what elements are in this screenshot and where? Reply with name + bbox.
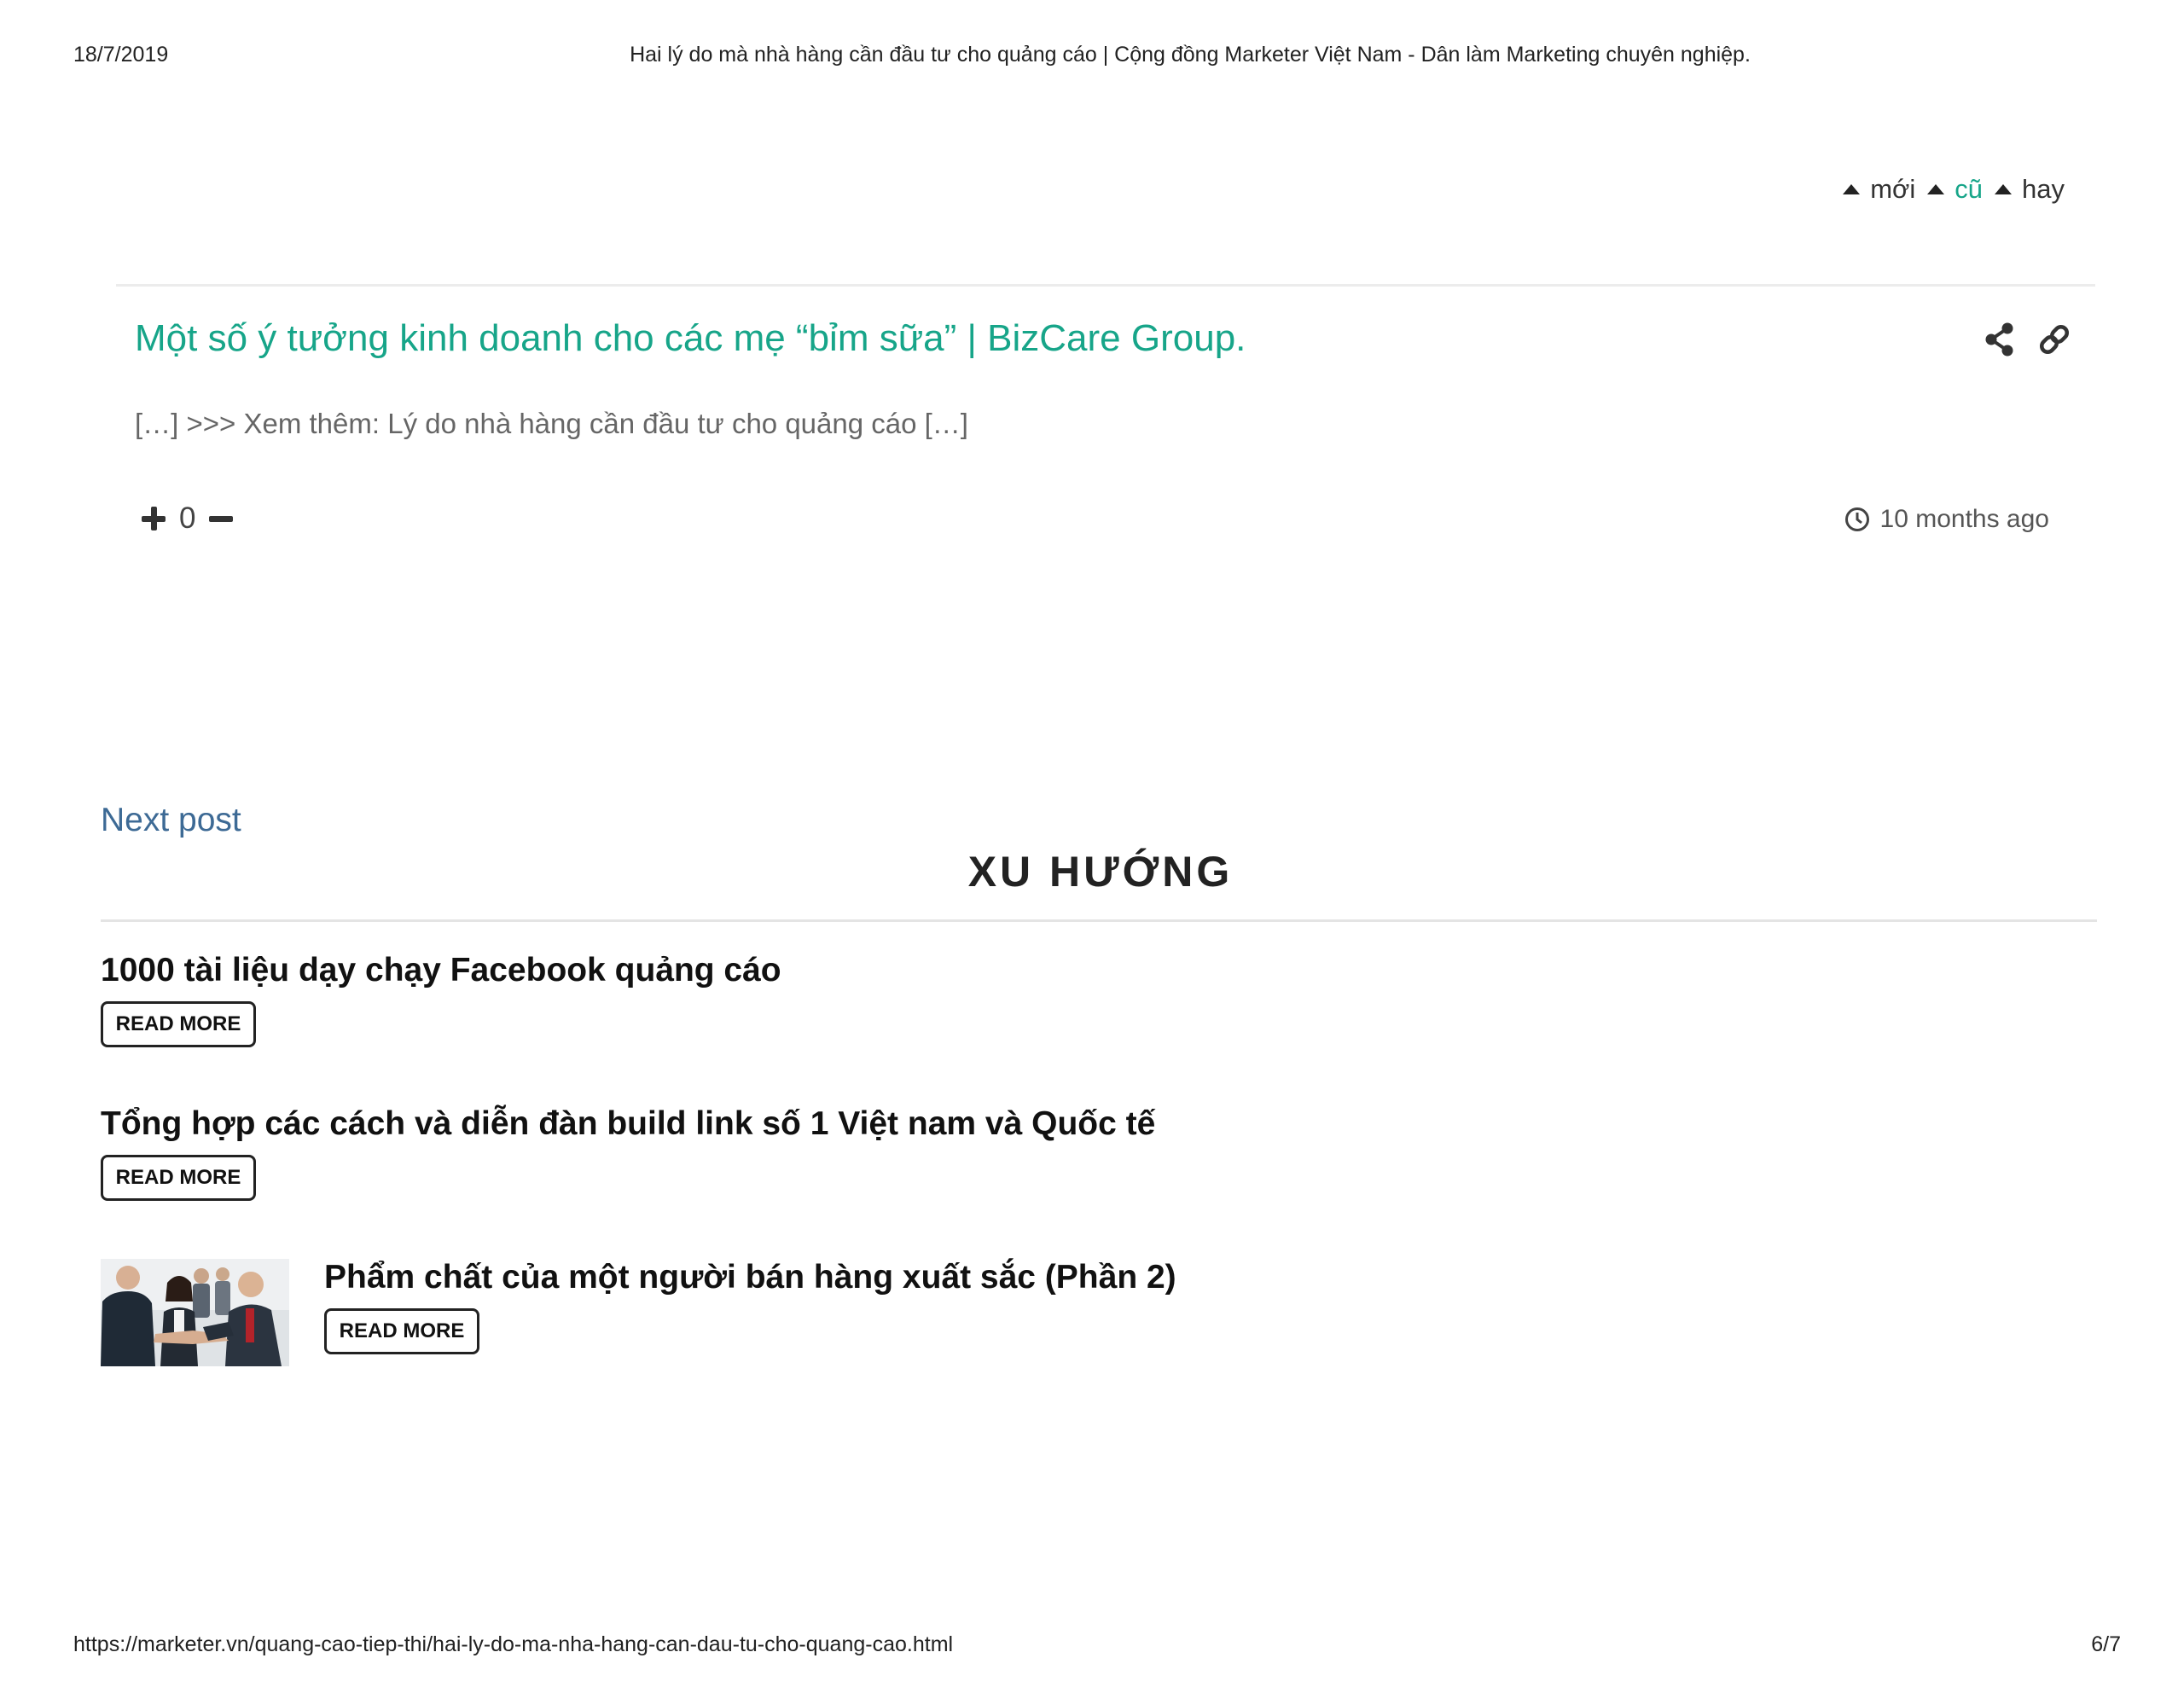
trending-heading: XU HƯỚNG [967,848,1234,896]
comments-divider [116,284,2095,287]
sort-oldest[interactable]: cũ [1927,174,1983,205]
sort-best-label: hay [2022,174,2065,204]
sort-newest[interactable]: mới [1843,174,1915,205]
caret-up-icon [1843,184,1861,194]
sort-newest-label: mới [1870,174,1916,204]
share-icon[interactable] [1984,322,2015,357]
trending-title[interactable]: Tổng hợp các cách và diễn đàn build link… [101,1105,1155,1143]
trending-item: Phẩm chất của một người bán hàng xuất sắ… [324,1259,1176,1354]
sort-best[interactable]: hay [1995,174,2065,205]
read-more-button[interactable]: READ MORE [101,1001,256,1047]
comment-time: 10 months ago [1879,505,2049,533]
read-more-button[interactable]: READ MORE [324,1308,479,1354]
vote-control: 0 [142,501,234,536]
trending-thumbnail[interactable] [101,1259,289,1366]
read-more-button[interactable]: READ MORE [101,1155,256,1201]
trending-title[interactable]: 1000 tài liệu dạy chạy Facebook quảng cá… [101,952,781,989]
print-page-number: 6/7 [2091,1632,2121,1656]
comment-sort-bar: mới cũ hay [1843,174,2065,205]
trending-item: 1000 tài liệu dạy chạy Facebook quảng cá… [101,952,781,1047]
trending-divider [101,919,2097,922]
print-url: https://marketer.vn/quang-cao-tiep-thi/h… [73,1632,954,1656]
vote-count: 0 [179,501,196,535]
print-page-title: Hai lý do mà nhà hàng cần đầu tư cho quả… [630,43,1751,67]
comment-timestamp: 10 months ago [1844,505,2049,534]
link-icon[interactable] [2037,322,2071,357]
caret-up-icon [1927,184,1945,194]
sort-oldest-label: cũ [1955,174,1984,204]
minus-icon[interactable] [209,515,234,522]
clock-icon [1844,507,1869,531]
next-post-link[interactable]: Next post [101,802,241,839]
trending-title[interactable]: Phẩm chất của một người bán hàng xuất sắ… [324,1259,1176,1296]
trending-item: Tổng hợp các cách và diễn đàn build link… [101,1105,1155,1201]
plus-icon[interactable] [142,507,166,530]
caret-up-icon [1995,184,2013,194]
comment-excerpt: […] >>> Xem thêm: Lý do nhà hàng cần đầu… [135,408,968,439]
comment-link-title[interactable]: Một số ý tưởng kinh doanh cho các mẹ “bỉ… [135,317,1246,360]
